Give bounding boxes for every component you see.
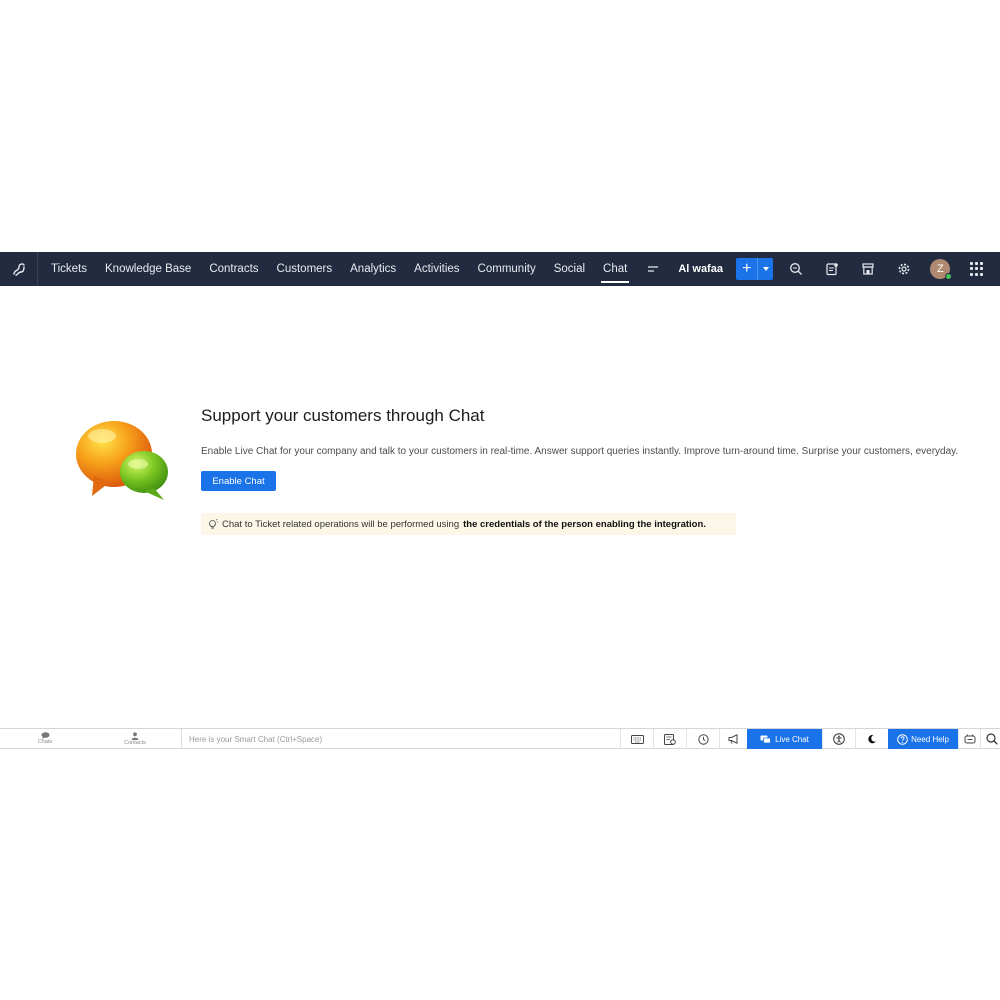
page-description: Enable Live Chat for your company and ta…: [201, 446, 959, 457]
avatar-initial: Z: [936, 263, 944, 275]
contacts-icon: [131, 731, 139, 740]
smart-chat-input[interactable]: Here is your Smart Chat (Ctrl+Space): [181, 729, 620, 749]
accessibility-icon[interactable]: [822, 729, 855, 749]
lightbulb-icon: [207, 518, 218, 530]
chats-icon: [41, 732, 49, 739]
tab-tickets[interactable]: Tickets: [42, 252, 96, 286]
need-help-button[interactable]: Need Help: [888, 729, 958, 749]
tab-knowledge-base[interactable]: Knowledge Base: [96, 252, 200, 286]
dark-mode-icon[interactable]: [855, 729, 888, 749]
keyboard-icon[interactable]: [620, 729, 653, 749]
bot-icon[interactable]: [958, 729, 980, 749]
bottom-bar: Chats Contacts Here is your Smart Chat (…: [0, 728, 1000, 749]
note-text: Chat to Ticket related operations will b…: [222, 518, 460, 530]
avatar[interactable]: Z: [930, 259, 953, 280]
department-name[interactable]: Al wafaa: [678, 263, 728, 275]
contacts-tab[interactable]: Contacts: [90, 729, 180, 749]
online-status-dot: [945, 273, 953, 280]
bottom-search-icon[interactable]: [980, 729, 1000, 749]
clock-icon[interactable]: [686, 729, 719, 749]
help-icon: [897, 733, 908, 745]
notes-list-icon[interactable]: [653, 729, 686, 749]
integration-note: Chat to Ticket related operations will b…: [201, 513, 736, 535]
live-chat-label: Live Chat: [775, 734, 809, 744]
enable-chat-button[interactable]: Enable Chat: [201, 471, 276, 491]
bottom-bar-actions: Live Chat Need Help: [620, 729, 1000, 749]
more-tabs-icon[interactable]: [642, 252, 664, 286]
new-item-button-group: +: [736, 258, 774, 280]
dropdown-caret-icon[interactable]: [757, 258, 774, 280]
note-bold-text: the credentials of the person enabling t…: [463, 518, 706, 530]
logo-icon[interactable]: [0, 252, 38, 286]
live-chat-icon: [760, 735, 771, 743]
tab-analytics[interactable]: Analytics: [341, 252, 405, 286]
apps-grid-icon[interactable]: [970, 262, 984, 276]
notes-icon[interactable]: [814, 252, 850, 286]
tab-social[interactable]: Social: [545, 252, 594, 286]
contacts-label: Contacts: [124, 739, 146, 746]
chats-tab[interactable]: Chats: [0, 729, 90, 749]
marketplace-icon[interactable]: [850, 252, 886, 286]
need-help-label: Need Help: [911, 734, 949, 744]
chat-bubbles-illustration: [72, 414, 172, 502]
tab-activities[interactable]: Activities: [405, 252, 468, 286]
page-title: Support your customers through Chat: [201, 406, 485, 425]
announcement-icon[interactable]: [719, 729, 747, 749]
tab-chat[interactable]: Chat: [594, 252, 636, 286]
tab-community[interactable]: Community: [469, 252, 545, 286]
module-tabs: Tickets Knowledge Base Contracts Custome…: [42, 252, 636, 286]
tab-customers[interactable]: Customers: [268, 252, 342, 286]
search-icon[interactable]: [778, 252, 814, 286]
chats-label: Chats: [37, 739, 53, 745]
app-window: Tickets Knowledge Base Contracts Custome…: [0, 252, 1000, 749]
live-chat-button[interactable]: Live Chat: [747, 729, 822, 749]
add-icon[interactable]: +: [736, 258, 758, 280]
settings-icon[interactable]: [886, 252, 922, 286]
top-navigation-bar: Tickets Knowledge Base Contracts Custome…: [0, 252, 1000, 286]
tab-contracts[interactable]: Contracts: [200, 252, 267, 286]
